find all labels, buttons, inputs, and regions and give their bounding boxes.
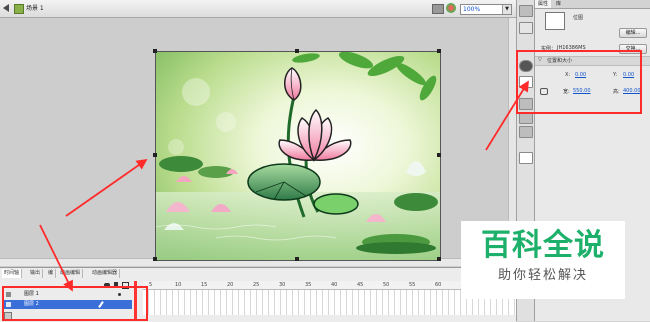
watermark-subtitle: 助你轻松解决 [497, 268, 588, 283]
watermark-title: 百科全说 [481, 228, 605, 263]
watermark: 百科全说 助你轻松解决 [461, 221, 625, 299]
arrow-to-canvas [65, 158, 148, 217]
arrow-to-layer [39, 224, 73, 292]
arrow-to-position [485, 80, 529, 151]
